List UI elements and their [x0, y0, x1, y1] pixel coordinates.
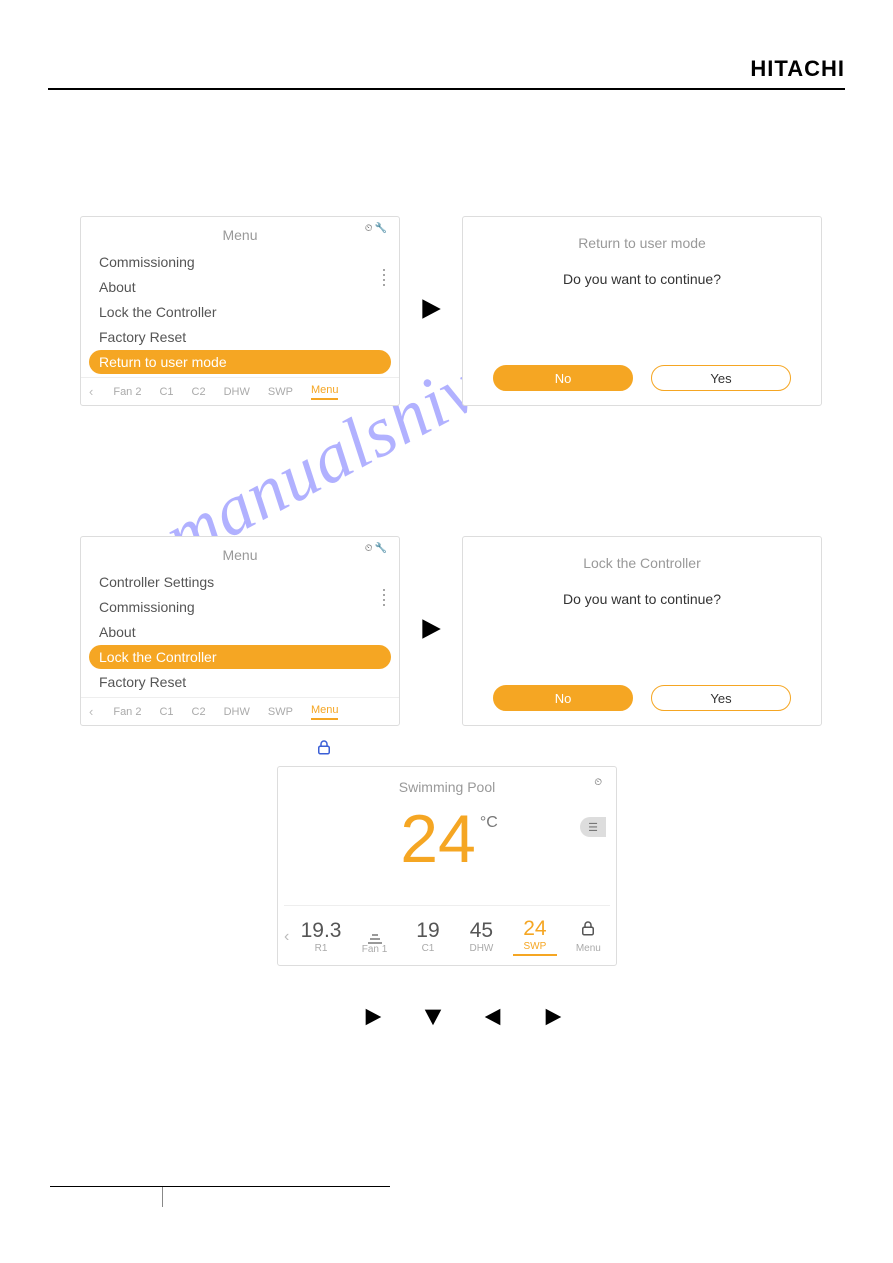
- yes-button[interactable]: Yes: [651, 685, 791, 711]
- home-tab-dhw[interactable]: 45 DHW: [460, 919, 503, 954]
- lock-icon: [567, 919, 610, 943]
- status-icons: ⏲ 🔧: [365, 543, 387, 554]
- title-text: Menu: [222, 547, 257, 563]
- home-title-text: Swimming Pool: [399, 779, 495, 795]
- tab-label: DHW: [460, 943, 503, 954]
- arrow-right-icon: [418, 296, 444, 327]
- tab-label: SWP: [513, 941, 556, 952]
- direction-arrows: [362, 1006, 564, 1033]
- brand-logo: HITACHI: [750, 56, 845, 82]
- menu-item-return-user-mode[interactable]: Return to user mode: [89, 350, 391, 374]
- tab-label: C1: [406, 943, 449, 954]
- tab-value: 19: [406, 919, 449, 943]
- arrow-right-icon: [542, 1006, 564, 1033]
- home-tab-menu[interactable]: Menu: [567, 919, 610, 954]
- screen-title: Menu ⏲ 🔧: [81, 217, 399, 249]
- scroll-dots-icon: [383, 269, 385, 286]
- menu-item-factory-reset[interactable]: Factory Reset: [89, 325, 391, 349]
- footer-rule: [50, 1186, 390, 1187]
- tab-label: Fan 1: [353, 944, 396, 955]
- tab-value: 24: [513, 917, 556, 941]
- menu-item-commissioning[interactable]: Commissioning: [89, 595, 391, 619]
- temperature-display: 24°C: [278, 805, 616, 873]
- row-2: Menu ⏲ 🔧 Controller Settings Commissioni…: [80, 536, 822, 726]
- tab-swp[interactable]: SWP: [268, 386, 293, 398]
- chevron-left-icon[interactable]: ‹: [284, 928, 289, 946]
- menu-item-controller-settings[interactable]: Controller Settings: [89, 570, 391, 594]
- screen-title: Menu ⏲ 🔧: [81, 537, 399, 569]
- tab-c2[interactable]: C2: [192, 386, 206, 398]
- schedule-icon: ⏲: [365, 543, 373, 554]
- home-tabs: ‹ 19.3 R1 Fan 1 19 C1 45 DHW 24 SWP Menu: [284, 905, 610, 961]
- tab-menu[interactable]: Menu: [311, 704, 339, 720]
- menu-screen-2: Menu ⏲ 🔧 Controller Settings Commissioni…: [80, 536, 400, 726]
- tab-label: Menu: [567, 943, 610, 954]
- yes-button[interactable]: Yes: [651, 365, 791, 391]
- fan-icon: [353, 918, 396, 944]
- arrow-left-icon: [482, 1006, 504, 1033]
- footer-divider: [162, 1187, 163, 1207]
- menu-list: Controller Settings Commissioning About …: [81, 570, 399, 694]
- home-title: Swimming Pool ⏲: [278, 767, 616, 799]
- menu-item-lock[interactable]: Lock the Controller: [89, 645, 391, 669]
- bottom-tabs: ‹ Fan 2 C1 C2 DHW SWP Menu: [81, 377, 399, 405]
- chevron-left-icon[interactable]: ‹: [89, 384, 93, 399]
- menu-item-about[interactable]: About: [89, 275, 391, 299]
- tab-swp[interactable]: SWP: [268, 706, 293, 718]
- arrow-right-icon: [362, 1006, 384, 1033]
- menu-item-lock[interactable]: Lock the Controller: [89, 300, 391, 324]
- scroll-dots-icon: [383, 589, 385, 606]
- tab-c1[interactable]: C1: [159, 706, 173, 718]
- menu-screen-1: Menu ⏲ 🔧 Commissioning About Lock the Co…: [80, 216, 400, 406]
- tab-c2[interactable]: C2: [192, 706, 206, 718]
- chevron-left-icon[interactable]: ‹: [89, 704, 93, 719]
- tab-value: 19.3: [299, 919, 342, 943]
- confirm-message: Do you want to continue?: [463, 591, 821, 607]
- no-button[interactable]: No: [493, 685, 633, 711]
- row-1: Menu ⏲ 🔧 Commissioning About Lock the Co…: [80, 216, 822, 406]
- menu-item-factory-reset[interactable]: Factory Reset: [89, 670, 391, 694]
- home-tab-fan1[interactable]: Fan 1: [353, 918, 396, 955]
- lock-icon: [315, 738, 333, 761]
- schedule-icon: ⏲: [594, 777, 602, 788]
- home-tab-c1[interactable]: 19 C1: [406, 919, 449, 954]
- arrow-right-icon: [418, 616, 444, 647]
- tab-fan2[interactable]: Fan 2: [113, 386, 141, 398]
- home-screen: Swimming Pool ⏲ ☰ 24°C ‹ 19.3 R1 Fan 1 1…: [277, 766, 617, 966]
- confirm-title: Lock the Controller: [463, 537, 821, 579]
- menu-list: Commissioning About Lock the Controller …: [81, 250, 399, 374]
- tab-value: 45: [460, 919, 503, 943]
- tab-label: R1: [299, 943, 342, 954]
- confirm-screen-2: Lock the Controller Do you want to conti…: [462, 536, 822, 726]
- home-tab-r1[interactable]: 19.3 R1: [299, 919, 342, 954]
- status-icons: ⏲: [594, 777, 602, 788]
- temperature-value: 24: [400, 801, 476, 877]
- tab-menu[interactable]: Menu: [311, 384, 339, 400]
- wrench-icon: 🔧: [375, 543, 387, 554]
- bottom-tabs: ‹ Fan 2 C1 C2 DHW SWP Menu: [81, 697, 399, 725]
- button-row: No Yes: [463, 685, 821, 711]
- no-button[interactable]: No: [493, 365, 633, 391]
- header-rule: [48, 88, 845, 90]
- schedule-icon: ⏲: [365, 223, 373, 234]
- arrow-down-icon: [422, 1006, 444, 1033]
- tab-dhw[interactable]: DHW: [224, 386, 250, 398]
- status-icons: ⏲ 🔧: [365, 223, 387, 234]
- tab-c1[interactable]: C1: [159, 386, 173, 398]
- button-row: No Yes: [463, 365, 821, 391]
- temperature-unit: °C: [480, 814, 498, 831]
- tab-dhw[interactable]: DHW: [224, 706, 250, 718]
- tab-fan2[interactable]: Fan 2: [113, 706, 141, 718]
- menu-item-about[interactable]: About: [89, 620, 391, 644]
- confirm-title: Return to user mode: [463, 217, 821, 259]
- confirm-screen-1: Return to user mode Do you want to conti…: [462, 216, 822, 406]
- title-text: Menu: [222, 227, 257, 243]
- menu-item-commissioning[interactable]: Commissioning: [89, 250, 391, 274]
- wrench-icon: 🔧: [375, 223, 387, 234]
- home-tab-swp[interactable]: 24 SWP: [513, 917, 556, 956]
- confirm-message: Do you want to continue?: [463, 271, 821, 287]
